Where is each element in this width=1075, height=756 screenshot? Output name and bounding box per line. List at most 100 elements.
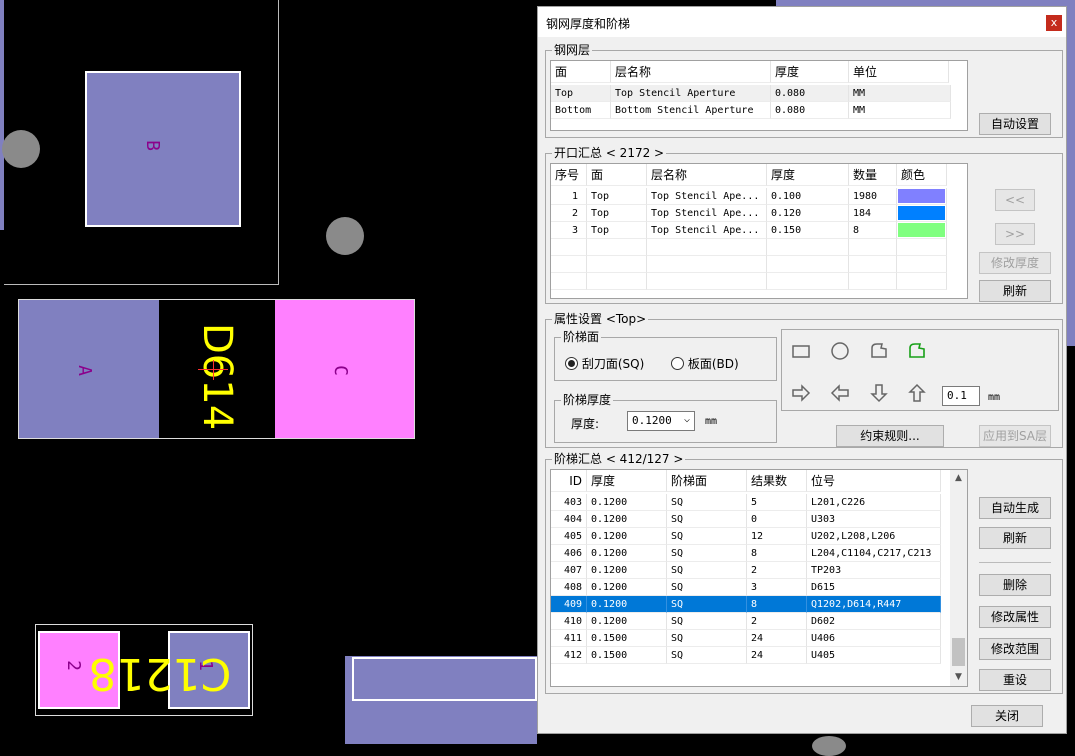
col-layer-name[interactable]: 层名称 <box>647 164 767 186</box>
cell-face: SQ <box>667 596 747 613</box>
thickness-unit: mm <box>705 416 718 427</box>
step-distance-unit: mm <box>988 392 1001 403</box>
refresh-steps-button[interactable]: 刷新 <box>979 527 1051 549</box>
color-swatch <box>898 223 945 237</box>
property-group-title: 属性设置 <Top> <box>552 312 649 326</box>
polygon-green-icon[interactable] <box>906 340 928 362</box>
arrow-right-icon[interactable] <box>790 382 812 404</box>
constraint-rules-button[interactable]: 约束规则... <box>836 425 944 447</box>
next-button[interactable]: >> <box>995 223 1035 245</box>
step-distance-input[interactable]: 0.1 <box>942 386 980 406</box>
dialog-titlebar[interactable]: 钢网厚度和阶梯 x <box>538 7 1066 37</box>
cell-layer: Bottom Stencil Aperture <box>611 102 771 119</box>
col-id[interactable]: ID <box>551 470 587 492</box>
table-row[interactable]: 405 0.1200 SQ 12 U202,L208,L206 <box>551 528 941 545</box>
scroll-down-icon[interactable]: ▼ <box>950 669 967 686</box>
arrow-up-icon[interactable] <box>906 382 928 404</box>
circle-icon[interactable] <box>829 340 851 362</box>
table-row[interactable]: 1 Top Top Stencil Ape... 0.100 1980 <box>551 188 967 205</box>
cell-idx: 2 <box>551 205 587 222</box>
cell-count: 12 <box>747 528 807 545</box>
cell-empty <box>587 239 647 256</box>
cell-color-swatch[interactable] <box>897 188 947 205</box>
stencil-layer-table[interactable]: 面 层名称 厚度 单位 Top Top Stencil Aperture 0.0… <box>550 60 968 131</box>
reset-button[interactable]: 重设 <box>979 669 1051 691</box>
table-row[interactable]: 403 0.1200 SQ 5 L201,C226 <box>551 494 941 511</box>
scroll-thumb[interactable] <box>952 638 965 666</box>
table-row[interactable]: 406 0.1200 SQ 8 L204,C1104,C217,C213 <box>551 545 941 562</box>
delete-button[interactable]: 删除 <box>979 574 1051 596</box>
via-hole-3 <box>812 736 846 756</box>
table-row[interactable]: 407 0.1200 SQ 2 TP203 <box>551 562 941 579</box>
cell-designators: L204,C1104,C217,C213 <box>807 545 941 562</box>
table-row-empty <box>551 256 967 273</box>
scroll-up-icon[interactable]: ▲ <box>950 470 967 487</box>
modify-thickness-button[interactable]: 修改厚度 <box>979 252 1051 274</box>
col-thickness[interactable]: 厚度 <box>767 164 849 186</box>
cell-color-swatch[interactable] <box>897 205 947 222</box>
aperture-summary-table[interactable]: 序号 面 层名称 厚度 数量 颜色 1 Top Top Stencil Ape...… <box>550 163 968 299</box>
prev-button[interactable]: << <box>995 189 1035 211</box>
rectangle-icon[interactable] <box>790 340 812 362</box>
cell-face: SQ <box>667 647 747 664</box>
radio-sq[interactable]: 刮刀面(SQ) <box>565 355 644 372</box>
table-row[interactable]: 404 0.1200 SQ 0 U303 <box>551 511 941 528</box>
thickness-select[interactable]: 0.1200 ⌵ <box>627 411 695 431</box>
col-side[interactable]: 面 <box>551 61 611 83</box>
auto-generate-button[interactable]: 自动生成 <box>979 497 1051 519</box>
step-summary-table[interactable]: ID 厚度 阶梯面 结果数 位号 403 0.1200 SQ 5 L201,C226 40… <box>550 469 968 687</box>
thickness-label: 厚度: <box>571 417 600 431</box>
cell-id: 411 <box>551 630 587 647</box>
table-row[interactable]: Bottom Bottom Stencil Aperture 0.080 MM <box>551 102 951 119</box>
cell-color-swatch[interactable] <box>897 222 947 239</box>
separator <box>979 562 1051 563</box>
col-step-face[interactable]: 阶梯面 <box>667 470 747 492</box>
designator-d614: D614 <box>194 323 240 431</box>
table-row[interactable]: 409 0.1200 SQ 8 Q1202,D614,R447 <box>551 596 941 613</box>
table-row[interactable]: 412 0.1500 SQ 24 U405 <box>551 647 941 664</box>
cell-thick: 0.1200 <box>587 528 667 545</box>
chevron-down-icon: ⌵ <box>683 414 690 425</box>
vertical-scrollbar[interactable]: ▲ ▼ <box>950 470 967 686</box>
table-row[interactable]: Top Top Stencil Aperture 0.080 MM <box>551 85 951 102</box>
cell-empty <box>551 256 587 273</box>
polygon-icon[interactable] <box>868 340 890 362</box>
arrow-left-icon[interactable] <box>829 382 851 404</box>
col-color[interactable]: 颜色 <box>897 164 947 186</box>
close-icon[interactable]: x <box>1046 15 1062 31</box>
table-row[interactable]: 3 Top Top Stencil Ape... 0.150 8 <box>551 222 967 239</box>
color-swatch <box>898 206 945 220</box>
col-side[interactable]: 面 <box>587 164 647 186</box>
arrow-down-icon[interactable] <box>868 382 890 404</box>
modify-range-button[interactable]: 修改范围 <box>979 638 1051 660</box>
col-index[interactable]: 序号 <box>551 164 587 186</box>
radio-bd[interactable]: 板面(BD) <box>671 355 739 372</box>
col-thickness[interactable]: 厚度 <box>771 61 849 83</box>
pcb-pad-outline-bottom <box>352 657 537 701</box>
cell-designators: D602 <box>807 613 941 630</box>
step-summary-header: ID 厚度 阶梯面 结果数 位号 <box>551 470 951 492</box>
cell-id: 403 <box>551 494 587 511</box>
col-unit[interactable]: 单位 <box>849 61 949 83</box>
close-button[interactable]: 关闭 <box>971 705 1043 727</box>
property-group: 属性设置 <Top> 阶梯面 刮刀面(SQ) 板面(BD) 阶梯厚度 厚度: 0… <box>545 312 1063 448</box>
table-row[interactable]: 410 0.1200 SQ 2 D602 <box>551 613 941 630</box>
table-row[interactable]: 411 0.1500 SQ 24 U406 <box>551 630 941 647</box>
col-thickness[interactable]: 厚度 <box>587 470 667 492</box>
refresh-aperture-button[interactable]: 刷新 <box>979 280 1051 302</box>
cell-designators: U202,L208,L206 <box>807 528 941 545</box>
apply-sa-layer-button[interactable]: 应用到SA层 <box>979 425 1051 447</box>
col-result-count[interactable]: 结果数 <box>747 470 807 492</box>
table-row[interactable]: 408 0.1200 SQ 3 D615 <box>551 579 941 596</box>
cell-count: 3 <box>747 579 807 596</box>
cell-id: 406 <box>551 545 587 562</box>
col-count[interactable]: 数量 <box>849 164 897 186</box>
cell-count: 1980 <box>849 188 897 205</box>
stencil-layer-group: 钢网层 面 层名称 厚度 单位 Top Top Stencil Aperture… <box>545 43 1063 138</box>
col-layer-name[interactable]: 层名称 <box>611 61 771 83</box>
auto-set-button[interactable]: 自动设置 <box>979 113 1051 135</box>
table-row[interactable]: 2 Top Top Stencil Ape... 0.120 184 <box>551 205 967 222</box>
cell-empty <box>849 239 897 256</box>
modify-property-button[interactable]: 修改属性 <box>979 606 1051 628</box>
col-designators[interactable]: 位号 <box>807 470 941 492</box>
